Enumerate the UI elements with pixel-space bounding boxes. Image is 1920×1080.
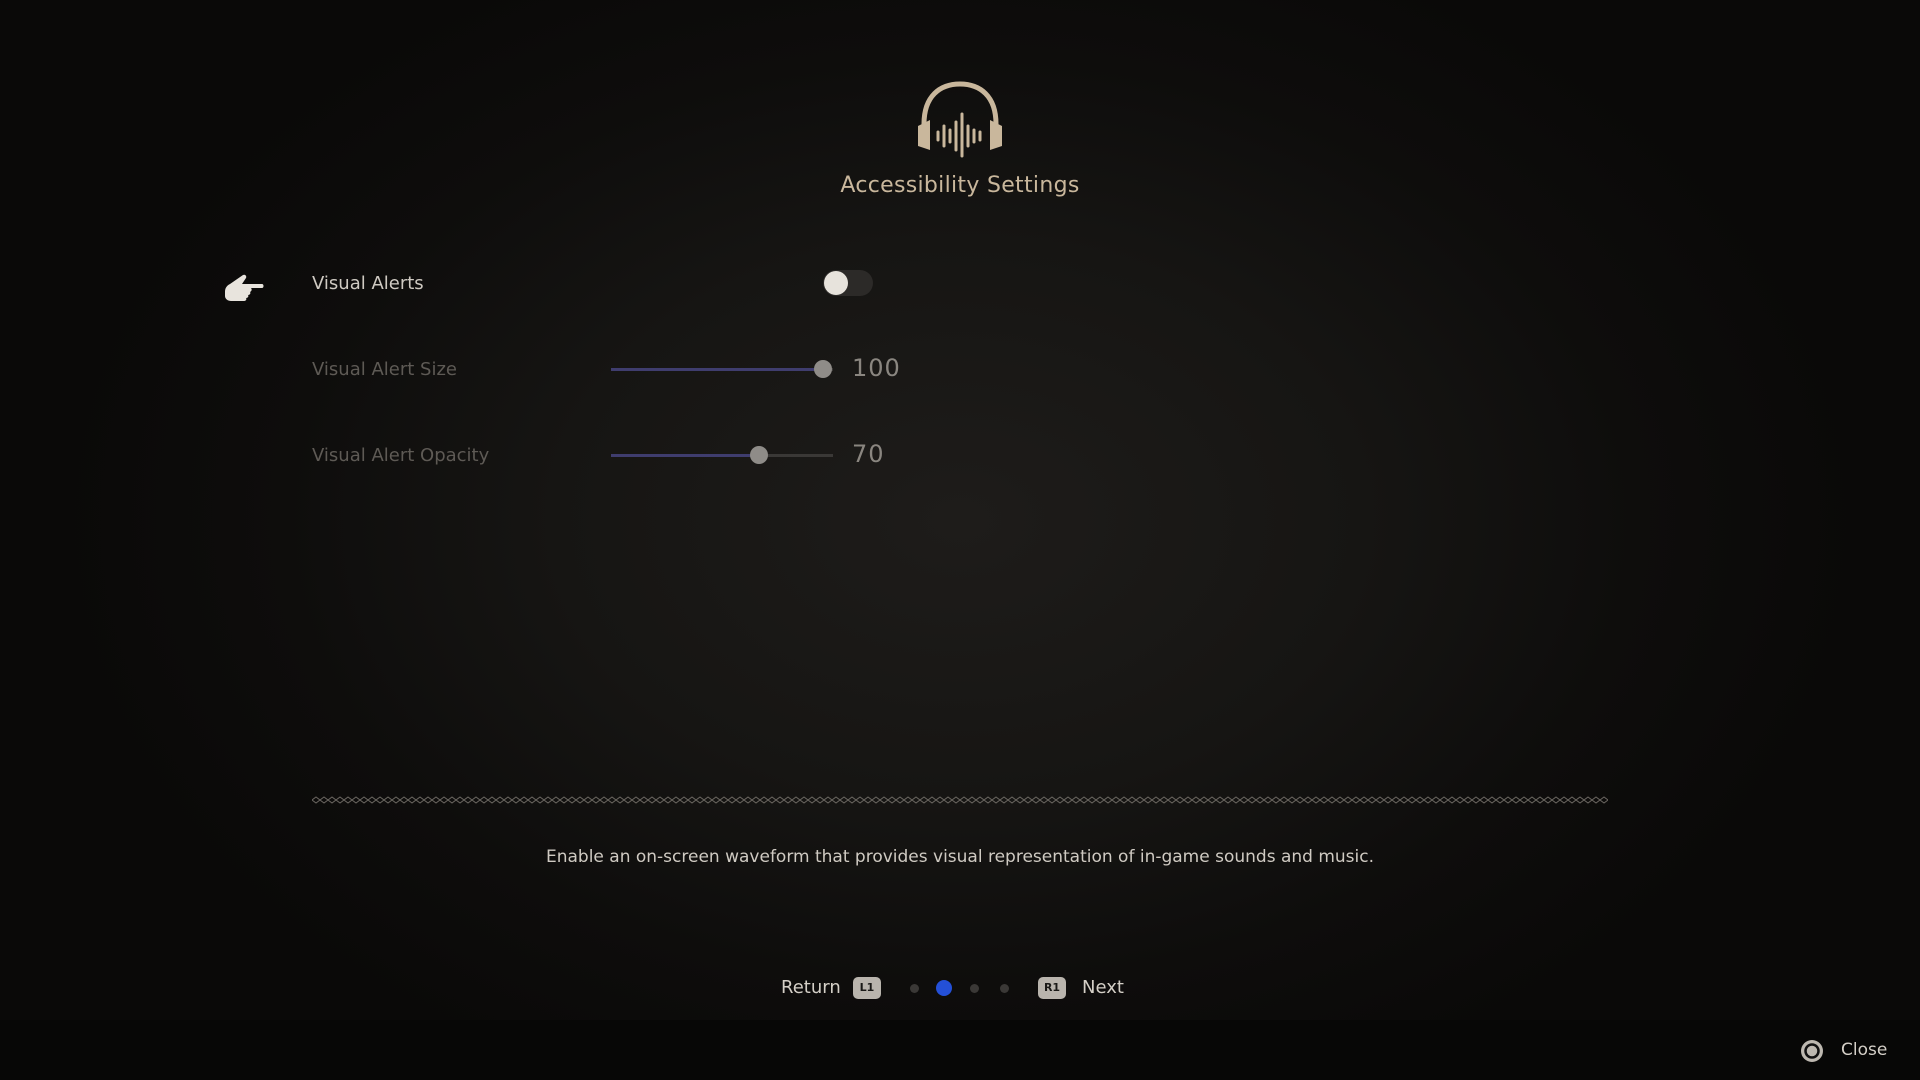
headphones-waveform-icon (918, 81, 1002, 158)
setting-description: Enable an on-screen waveform that provid… (545, 847, 1375, 867)
l1-button-icon[interactable]: L1 (853, 977, 881, 999)
page-dot-4 (999, 984, 1009, 993)
page-title: Accessibility Settings (840, 173, 1080, 198)
page-dot-3 (969, 984, 979, 993)
visual-alert-opacity-slider[interactable] (611, 446, 833, 464)
slider-thumb[interactable] (750, 446, 768, 464)
return-label[interactable]: Return (781, 977, 841, 998)
next-label[interactable]: Next (1082, 977, 1124, 998)
footer-bar (0, 1020, 1920, 1080)
visual-alerts-toggle[interactable] (823, 270, 873, 296)
visual-alert-size-label: Visual Alert Size (312, 359, 457, 380)
toggle-knob (824, 271, 848, 295)
slider-fill (611, 368, 823, 371)
pointing-hand-cursor-icon (225, 274, 264, 301)
decorative-divider (312, 796, 1608, 804)
slider-fill (611, 454, 759, 457)
page-dot-1 (909, 984, 919, 993)
slider-thumb[interactable] (814, 360, 832, 378)
visual-alert-size-slider[interactable] (611, 360, 833, 378)
accessibility-settings-screen: Accessibility Settings Visual Alerts Vis… (0, 0, 1920, 1080)
visual-alerts-label: Visual Alerts (312, 273, 424, 294)
r1-button-icon[interactable]: R1 (1038, 977, 1066, 999)
visual-alert-opacity-value: 70 (852, 440, 885, 468)
close-label[interactable]: Close (1841, 1040, 1887, 1060)
visual-alert-size-value: 100 (852, 354, 901, 382)
page-dot-2 (936, 980, 952, 996)
visual-alert-opacity-label: Visual Alert Opacity (312, 445, 490, 466)
circle-button-icon[interactable] (1800, 1039, 1824, 1063)
